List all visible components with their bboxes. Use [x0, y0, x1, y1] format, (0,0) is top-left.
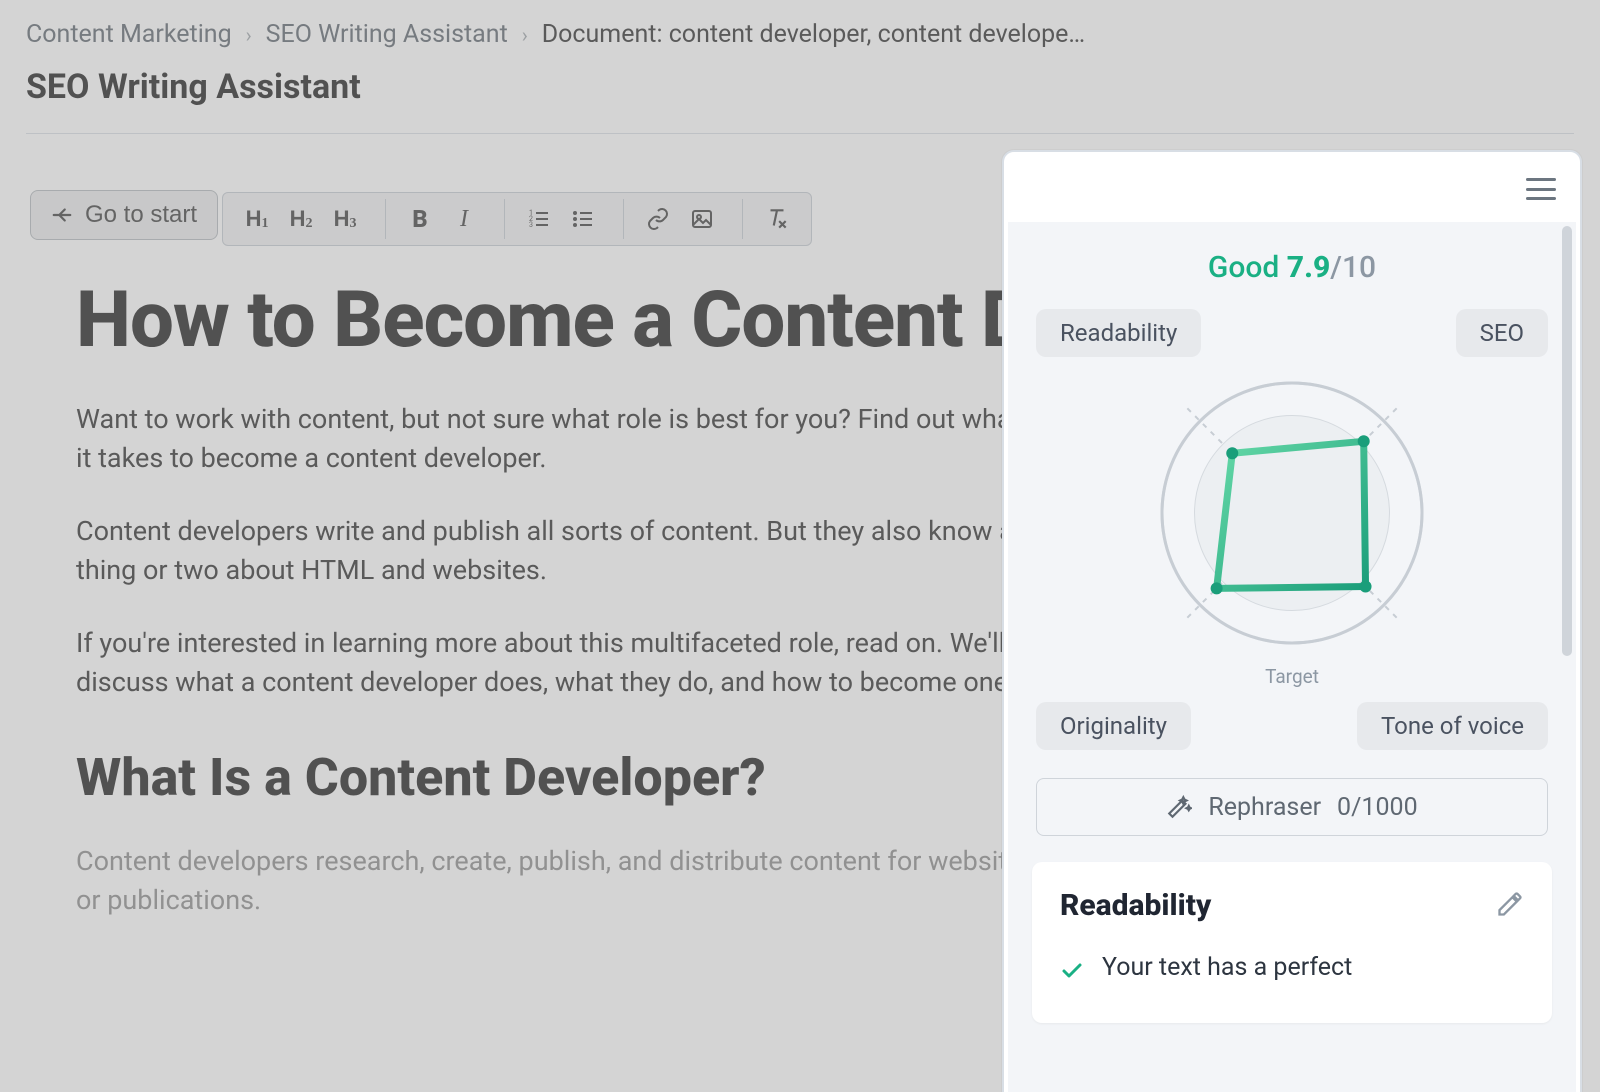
chevron-right-icon: ›	[522, 23, 528, 47]
ordered-list-button[interactable]: 123	[519, 199, 559, 239]
rephraser-label: Rephraser	[1208, 793, 1321, 822]
crumb-content-marketing[interactable]: Content Marketing	[26, 20, 232, 49]
crumb-document: Document: content developer, content dev…	[542, 20, 1085, 49]
scrollbar[interactable]	[1562, 226, 1572, 656]
editor-toolbar: H1 H2 H3 B I 123	[222, 192, 812, 246]
page-title: SEO Writing Assistant	[26, 67, 1574, 107]
metric-tone-pill[interactable]: Tone of voice	[1357, 702, 1548, 750]
crumb-seo-writing-assistant[interactable]: SEO Writing Assistant	[266, 20, 508, 49]
analysis-panel: Good 7.9/10 Readability SEO Target Origi…	[1002, 150, 1582, 1092]
card-title: Readability	[1060, 888, 1211, 923]
wand-icon	[1166, 794, 1192, 820]
score-label: Good	[1208, 250, 1279, 285]
check-icon	[1060, 959, 1084, 983]
score-value: 7.9	[1287, 250, 1331, 285]
image-button[interactable]	[682, 199, 722, 239]
metric-originality-pill[interactable]: Originality	[1036, 702, 1191, 750]
heading-3-button[interactable]: H3	[325, 199, 365, 239]
readability-card: Readability Your text has a perfect	[1032, 862, 1552, 1023]
doc-paragraph: Content developers write and publish all…	[76, 512, 1036, 590]
card-message: Your text has a perfect	[1102, 953, 1352, 982]
rephraser-count: 0/1000	[1337, 793, 1418, 822]
metric-readability-pill[interactable]: Readability	[1036, 309, 1201, 357]
svg-text:3: 3	[529, 221, 533, 229]
go-to-start-button[interactable]: Go to start	[30, 190, 218, 240]
go-to-start-label: Go to start	[85, 201, 197, 229]
chevron-right-icon: ›	[246, 23, 252, 47]
rephraser-button[interactable]: Rephraser 0/1000	[1036, 778, 1548, 836]
arrow-left-icon	[51, 204, 73, 226]
doc-paragraph: If you're interested in learning more ab…	[76, 624, 1036, 702]
heading-1-button[interactable]: H1	[237, 199, 277, 239]
score-denominator: /10	[1330, 250, 1376, 285]
unordered-list-button[interactable]	[563, 199, 603, 239]
radar-chart	[1032, 363, 1552, 663]
italic-button[interactable]: I	[444, 199, 484, 239]
doc-paragraph: Want to work with content, but not sure …	[76, 400, 1036, 478]
metric-seo-pill[interactable]: SEO	[1456, 309, 1548, 357]
heading-2-button[interactable]: H2	[281, 199, 321, 239]
breadcrumb: Content Marketing › SEO Writing Assistan…	[26, 20, 1574, 49]
bold-button[interactable]: B	[400, 199, 440, 239]
link-button[interactable]	[638, 199, 678, 239]
overall-score: Good 7.9/10	[1032, 250, 1552, 285]
clear-formatting-button[interactable]	[757, 199, 797, 239]
pencil-icon[interactable]	[1496, 890, 1524, 922]
doc-paragraph: Content developers research, create, pub…	[76, 842, 1036, 920]
target-label: Target	[1032, 665, 1552, 688]
hamburger-icon[interactable]	[1526, 178, 1556, 200]
